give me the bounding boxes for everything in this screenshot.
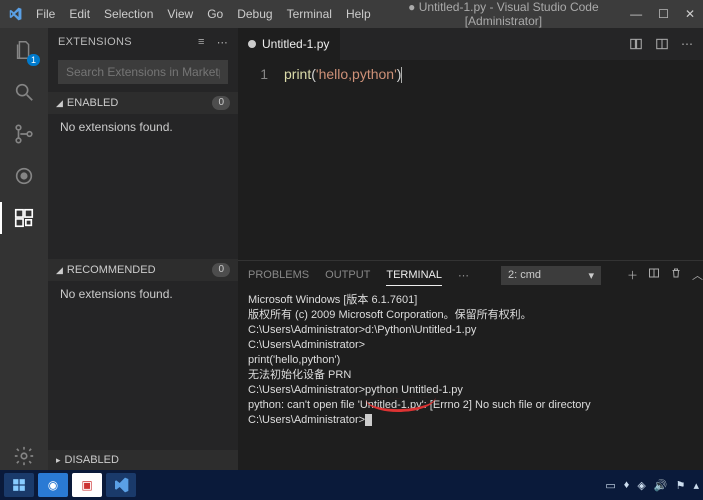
extensions-icon[interactable] xyxy=(10,204,38,232)
start-button[interactable] xyxy=(4,473,34,497)
menu-help[interactable]: Help xyxy=(340,3,377,25)
editor-cursor xyxy=(401,67,402,83)
chevron-down-icon: ▾ xyxy=(588,269,594,282)
panel-tabs: PROBLEMS OUTPUT TERMINAL ⋯ 2: cmd▾ ＋ ︿ ✕ xyxy=(238,261,703,289)
section-disabled[interactable]: ▸DISABLED xyxy=(48,450,238,470)
vscode-logo-icon xyxy=(8,7,22,21)
debug-icon[interactable] xyxy=(10,162,38,190)
terminal[interactable]: Microsoft Windows [版本 6.1.7601]版权所有 (c) … xyxy=(238,289,703,470)
filter-icon[interactable]: ≡ xyxy=(198,36,205,49)
sidebar-header: EXTENSIONS ≡ ⋯ xyxy=(48,28,238,56)
volume-icon[interactable]: 🔊 xyxy=(654,479,668,492)
menu-file[interactable]: File xyxy=(30,3,61,25)
panel-tab-problems[interactable]: PROBLEMS xyxy=(248,265,309,285)
chevron-down-icon: ◢ xyxy=(56,265,63,275)
more-icon[interactable]: ⋯ xyxy=(217,36,228,49)
menu-debug[interactable]: Debug xyxy=(231,3,278,25)
extensions-search-input[interactable] xyxy=(58,60,228,84)
code-editor[interactable]: 1 print('hello,python') xyxy=(238,60,703,260)
chevron-up-icon[interactable]: ︿ xyxy=(692,267,703,283)
sidebar: EXTENSIONS ≡ ⋯ ◢ENABLED 0 No extensions … xyxy=(48,28,238,470)
more-icon[interactable]: ⋯ xyxy=(681,37,693,51)
taskbar-vscode[interactable] xyxy=(106,473,136,497)
panel-tab-terminal[interactable]: TERMINAL xyxy=(386,265,442,286)
title-bar: File Edit Selection View Go Debug Termin… xyxy=(0,0,703,28)
tab-untitled[interactable]: Untitled-1.py xyxy=(238,28,340,60)
menu-selection[interactable]: Selection xyxy=(98,3,159,25)
compare-icon[interactable] xyxy=(629,37,643,51)
search-icon[interactable] xyxy=(10,78,38,106)
section-recommended[interactable]: ◢RECOMMENDED 0 xyxy=(48,259,238,281)
system-tray[interactable]: ▭ ♦ ◈ 🔊 ⚑ ▴ xyxy=(605,479,699,492)
menu-bar: File Edit Selection View Go Debug Termin… xyxy=(30,3,377,25)
terminal-line: C:\Users\Administrator>d:\Python\Untitle… xyxy=(248,323,693,338)
tab-label: Untitled-1.py xyxy=(262,37,329,51)
split-terminal-icon[interactable] xyxy=(648,267,660,283)
editor-tabs: Untitled-1.py ⋯ xyxy=(238,28,703,60)
enabled-empty: No extensions found. xyxy=(48,114,238,140)
dirty-dot-icon xyxy=(248,40,256,48)
terminal-line: C:\Users\Administrator>python Untitled-1… xyxy=(248,383,693,398)
window-title: ● Untitled-1.py - Visual Studio Code [Ad… xyxy=(377,0,631,28)
menu-terminal[interactable]: Terminal xyxy=(281,3,338,25)
settings-gear-icon[interactable] xyxy=(10,442,38,470)
code-line: print('hello,python') xyxy=(278,60,402,260)
more-icon[interactable]: ⋯ xyxy=(458,269,469,282)
section-enabled[interactable]: ◢ENABLED 0 xyxy=(48,92,238,114)
terminal-line: C:\Users\Administrator> xyxy=(248,338,693,353)
terminal-line: print('hello,python') xyxy=(248,353,693,368)
menu-view[interactable]: View xyxy=(161,3,199,25)
taskbar-app-1[interactable]: ◉ xyxy=(38,473,68,497)
terminal-cursor xyxy=(365,414,372,426)
source-control-icon[interactable] xyxy=(10,120,38,148)
new-terminal-icon[interactable]: ＋ xyxy=(627,267,638,283)
panel-tab-output[interactable]: OUTPUT xyxy=(325,265,370,285)
chevron-up-icon[interactable]: ▴ xyxy=(693,479,699,492)
taskbar-app-2[interactable]: ▣ xyxy=(72,473,102,497)
recommended-count: 0 xyxy=(212,263,230,277)
enabled-count: 0 xyxy=(212,96,230,110)
terminal-line: 版权所有 (c) 2009 Microsoft Corporation。保留所有… xyxy=(248,308,693,323)
tray-icon[interactable]: ▭ xyxy=(605,479,615,492)
shield-icon[interactable]: ◈ xyxy=(637,479,645,492)
split-icon[interactable] xyxy=(655,37,669,51)
terminal-line: C:\Users\Administrator> xyxy=(248,413,693,428)
terminal-line: python: can't open file 'Untitled-1.py':… xyxy=(248,398,693,413)
minimize-icon[interactable]: — xyxy=(630,7,642,21)
line-gutter: 1 xyxy=(238,60,278,260)
sidebar-title: EXTENSIONS xyxy=(58,36,132,48)
activity-bar: 1 xyxy=(0,28,48,470)
chevron-down-icon: ◢ xyxy=(56,98,63,108)
chevron-right-icon: ▸ xyxy=(56,455,61,465)
explorer-badge: 1 xyxy=(27,54,40,66)
maximize-icon[interactable]: ☐ xyxy=(658,7,669,21)
terminal-selector[interactable]: 2: cmd▾ xyxy=(501,266,601,285)
tray-icon[interactable]: ♦ xyxy=(624,479,630,491)
recommended-empty: No extensions found. xyxy=(48,281,238,307)
editor-area: Untitled-1.py ⋯ 1 print('hello,python') … xyxy=(238,28,703,470)
explorer-icon[interactable]: 1 xyxy=(10,36,38,64)
terminal-line: Microsoft Windows [版本 6.1.7601] xyxy=(248,293,693,308)
windows-taskbar: ◉ ▣ ▭ ♦ ◈ 🔊 ⚑ ▴ xyxy=(0,470,703,500)
terminal-line: 无法初始化设备 PRN xyxy=(248,368,693,383)
menu-edit[interactable]: Edit xyxy=(63,3,96,25)
trash-icon[interactable] xyxy=(670,267,682,283)
bottom-panel: PROBLEMS OUTPUT TERMINAL ⋯ 2: cmd▾ ＋ ︿ ✕… xyxy=(238,260,703,470)
menu-go[interactable]: Go xyxy=(201,3,229,25)
window-controls: — ☐ ✕ xyxy=(630,7,695,21)
close-icon[interactable]: ✕ xyxy=(685,7,695,21)
flag-icon[interactable]: ⚑ xyxy=(676,479,686,492)
